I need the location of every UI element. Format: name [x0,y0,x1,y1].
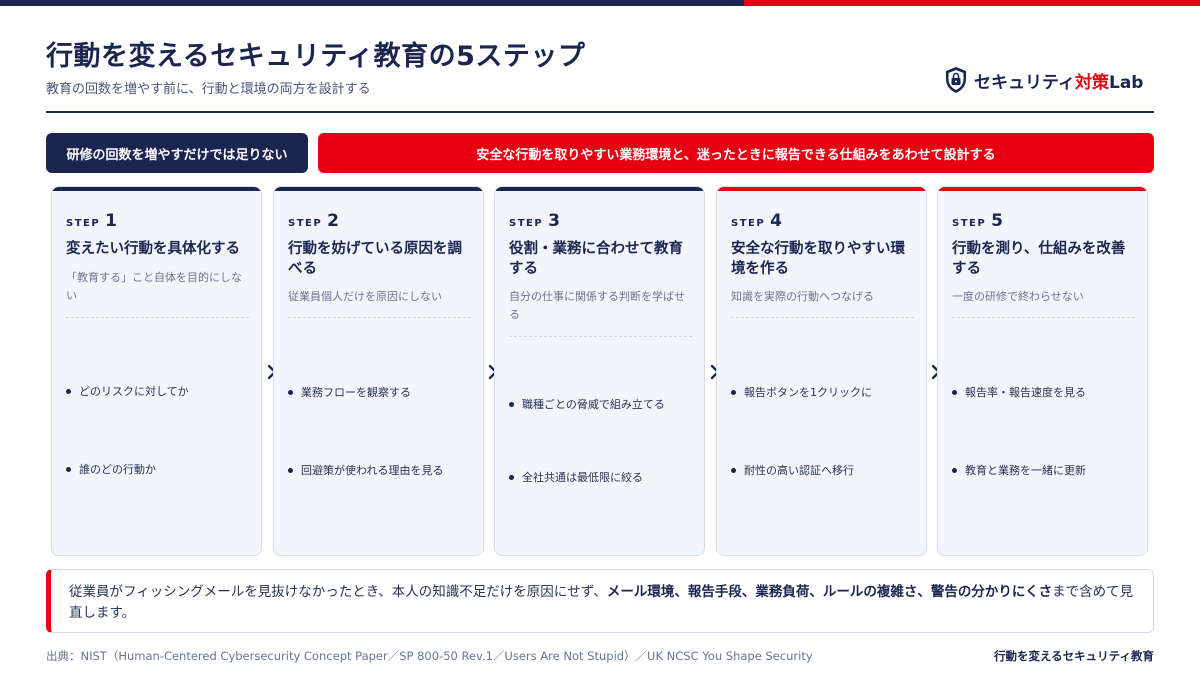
card-accent-bar [938,187,1147,191]
banner-problem: 研修の回数を増やすだけでは足りない [46,133,308,173]
list-item: 業務フローを観察する [288,384,411,400]
list-item: 教育と業務を一緒に更新 [952,462,1086,478]
source-citation: 出典：NIST（Human-Centered Cybersecurity Con… [46,649,813,663]
bullet-dot-icon [509,401,514,407]
card-divider [509,336,692,337]
bullet-dot-icon [288,467,293,473]
step-description: 自分の仕事に関係する判断を学ばせる [509,290,685,321]
step-card-5: STEP 5 行動を測り、仕組みを改善する 一度の研修で終わらせない 報告率・報… [937,186,1148,556]
step-title: 行動を測り、仕組みを改善する [952,241,1126,277]
step-label: STEP 5 [952,211,1004,231]
card-divider [66,317,249,318]
bullet-dot-icon [731,389,736,395]
brand-logo-text: セキュリティ対策Lab [974,72,1144,93]
step-title: 役割・業務に合わせて教育する [509,241,683,277]
step-title: 安全な行動を取りやすい環境を作る [731,241,905,277]
page-title: 行動を変えるセキュリティ教育の5ステップ [46,41,586,72]
step-card-1: STEP 1 変えたい行動を具体化する 「教育する」こと自体を目的にしない どの… [51,186,262,556]
list-item: 回避策が使われる理由を見る [288,462,443,478]
step-title: 変えたい行動を具体化する [66,241,240,257]
card-divider [731,317,914,318]
bullet-dot-icon [509,474,514,480]
step-card-4: STEP 4 安全な行動を取りやすい環境を作る 知識を実際の行動へつなげる 報告… [716,186,927,556]
step-card-3: STEP 3 役割・業務に合わせて教育する 自分の仕事に関係する判断を学ばせる … [494,186,705,556]
list-item: 報告率・報告速度を見る [952,384,1086,400]
card-divider [952,317,1135,318]
summary-note: 従業員がフィッシングメールを見抜けなかったとき、本人の知識不足だけを原因にせず、… [46,569,1154,633]
bullet-dot-icon [66,466,71,472]
step-label: STEP 1 [66,211,118,231]
step-label: STEP 3 [509,211,561,231]
card-accent-bar [274,187,483,191]
step-description: 一度の研修で終わらせない [952,290,1084,303]
list-item: 報告ボタンを1クリックに [731,384,872,400]
card-divider [288,317,471,318]
step-description: 従業員個人だけを原因にしない [288,290,442,303]
card-accent-bar [495,187,704,191]
bullet-dot-icon [66,388,71,394]
top-accent-bar-red [744,0,1200,6]
header-divider [46,111,1154,113]
card-accent-bar [717,187,926,191]
shield-lock-icon [946,67,966,93]
list-item: どのリスクに対してか [66,383,189,399]
step-label: STEP 4 [731,211,783,231]
top-accent-bar-navy [0,0,744,6]
bullet-dot-icon [952,467,957,473]
bullet-dot-icon [731,467,736,473]
list-item: 誰のどの行動か [66,461,156,477]
list-item: 全社共通は最低限に絞る [509,469,643,485]
banner-solution: 安全な行動を取りやすい業務環境と、迷ったときに報告できる仕組みをあわせて設計する [318,133,1154,173]
step-card-2: STEP 2 行動を妨げている原因を調べる 従業員個人だけを原因にしない 業務フ… [273,186,484,556]
page-subtitle: 教育の回数を増やす前に、行動と環境の両方を設計する [46,82,371,97]
step-description: 「教育する」こと自体を目的にしない [66,271,242,302]
bullet-dot-icon [952,389,957,395]
footer-title: 行動を変えるセキュリティ教育 [994,649,1154,663]
step-label: STEP 2 [288,211,340,231]
list-item: 職種ごとの脅威で組み立てる [509,396,665,412]
brand-logo: セキュリティ対策Lab [944,66,1143,94]
list-item: 耐性の高い認証へ移行 [731,462,854,478]
step-description: 知識を実際の行動へつなげる [731,290,874,303]
step-title: 行動を妨げている原因を調べる [288,241,462,277]
card-accent-bar [52,187,261,191]
bullet-dot-icon [288,389,293,395]
